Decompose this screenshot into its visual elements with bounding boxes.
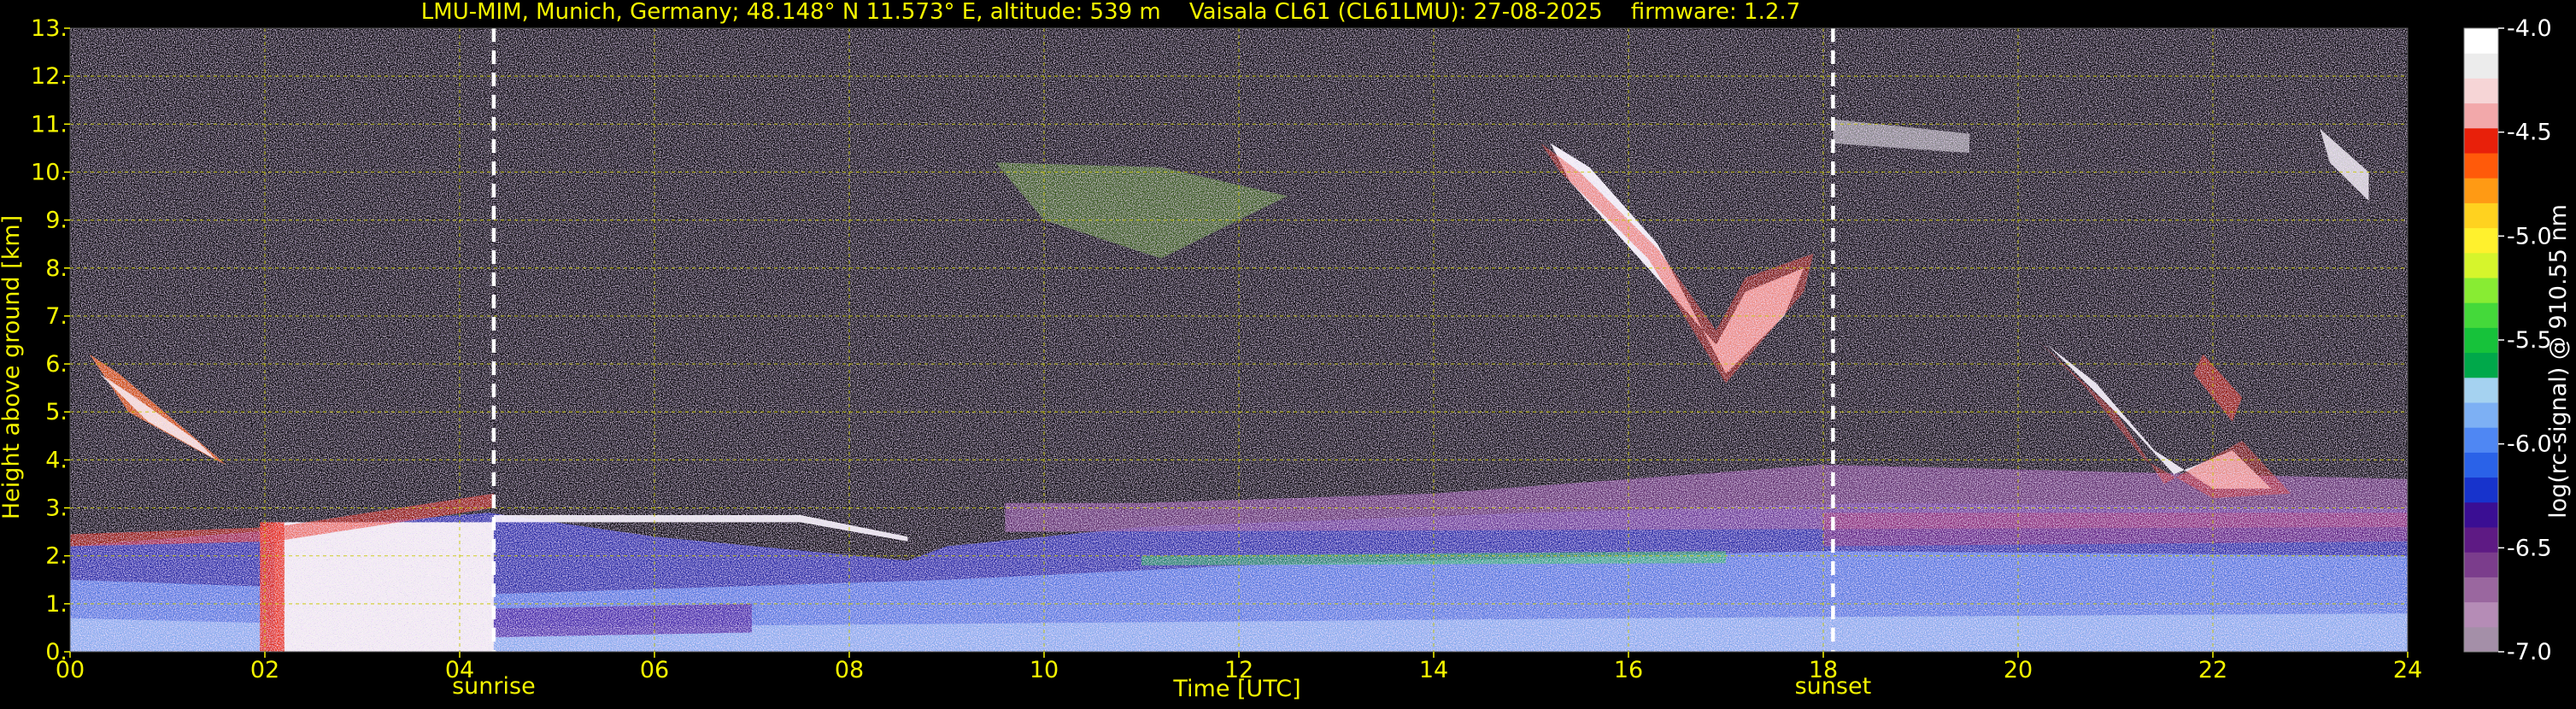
colorbar-segment (2464, 626, 2498, 653)
ceilometer-figure: sunrise sunset 00 02 04 06 08 10 12 14 16 18 20 22 24… (0, 0, 2576, 706)
colorbar-tick-label: -7.0 (2507, 639, 2552, 665)
colorbar-segment (2464, 78, 2498, 104)
y-tick-label: 12. (31, 63, 67, 90)
chart-title: LMU-MIM, Munich, Germany; 48.148° N 11.5… (421, 0, 1800, 25)
y-axis-label: Height above ground [km] (0, 215, 25, 519)
x-tick-label: 16 (1614, 657, 1643, 683)
colorbar-segment (2464, 278, 2498, 303)
colorbar-segment (2464, 28, 2498, 54)
colorbar-segment (2464, 153, 2498, 179)
colorbar-segment (2464, 127, 2498, 154)
colorbar-segment (2464, 352, 2498, 378)
colorbar-segment (2464, 327, 2498, 354)
colorbar-tick-label: -4.0 (2507, 15, 2552, 42)
colorbar-segment (2464, 452, 2498, 478)
y-tick-label: 11. (31, 111, 67, 138)
x-tick-label: 10 (1030, 657, 1059, 683)
y-tick-label: 10. (31, 159, 67, 185)
y-tick-label: 7. (45, 303, 67, 330)
x-tick-label: 24 (2393, 657, 2422, 683)
colorbar-segment (2464, 302, 2498, 328)
x-tick-label: 18 (1809, 657, 1838, 683)
y-tick-label: 2. (45, 543, 67, 570)
y-tick-label: 5. (45, 399, 67, 425)
colorbar-tick-label: -4.5 (2507, 120, 2552, 146)
y-tick-label: 3. (45, 495, 67, 522)
y-tick-label: 4. (45, 447, 67, 473)
colorbar-segment (2464, 202, 2498, 229)
y-tick-label: 6. (45, 351, 67, 378)
backscatter-chart: sunrise sunset 00 02 04 06 08 10 12 14 16 18 20 22 24… (0, 0, 2576, 706)
y-tick-label: 8. (45, 255, 67, 282)
x-tick-label: 08 (835, 657, 864, 683)
colorbar-segment (2464, 53, 2498, 79)
x-tick-label: 22 (2198, 657, 2227, 683)
colorbar-scale (2464, 28, 2498, 653)
colorbar-segment (2464, 601, 2498, 628)
y-tick-label: 9. (45, 208, 67, 234)
colorbar-segment (2464, 501, 2498, 528)
colorbar-segment (2464, 577, 2498, 603)
colorbar-segment (2464, 527, 2498, 553)
colorbar-segment (2464, 427, 2498, 453)
noise-texture (70, 28, 2408, 652)
colorbar-segment (2464, 552, 2498, 577)
x-tick-label: 06 (640, 657, 669, 683)
colorbar-segment (2464, 402, 2498, 428)
colorbar-segment (2464, 252, 2498, 278)
x-tick-label: 20 (2004, 657, 2033, 683)
colorbar-segment (2464, 227, 2498, 254)
y-tick-label: 13. (31, 15, 67, 42)
y-tick-label: 0. (45, 639, 67, 665)
x-axis-label: Time [UTC] (1172, 676, 1300, 702)
colorbar-label: log(rc-signal) @ 910.55 nm (2545, 204, 2572, 519)
colorbar-segment (2464, 178, 2498, 203)
x-tick-label: 04 (445, 657, 474, 683)
plot-area (70, 28, 2408, 652)
colorbar-segment (2464, 477, 2498, 503)
x-tick-label: 14 (1419, 657, 1448, 683)
y-tick-label: 1. (45, 591, 67, 618)
colorbar-tick-label: -6.5 (2507, 535, 2552, 561)
colorbar-segment (2464, 377, 2498, 403)
colorbar-segment (2464, 103, 2498, 129)
x-tick-label: 02 (250, 657, 279, 683)
